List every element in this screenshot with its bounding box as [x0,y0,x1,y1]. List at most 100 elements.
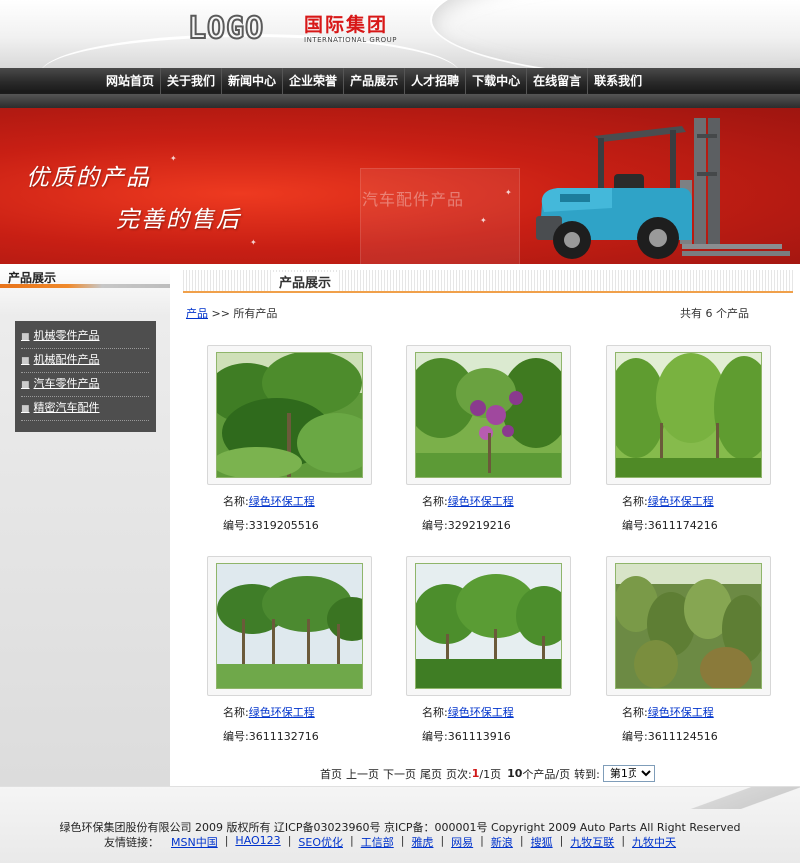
pager-first[interactable]: 首页 [320,766,342,782]
nav-subbar [0,94,800,108]
link-separator: | [400,834,405,847]
pager-next[interactable]: 下一页 [383,766,416,782]
product-image-frame [207,345,372,485]
logo-mark[interactable]: LOGO [187,11,298,47]
category-item-machine-accessories[interactable]: ■ 机械配件产品 [21,349,149,373]
product-code-label: 编号: [622,519,648,532]
breadcrumb: 产品 >> 所有产品 [186,305,277,321]
friend-link-jiumu-zhongtian[interactable]: 九牧中天 [632,834,676,850]
product-name: 名称:绿色环保工程 [422,493,571,509]
product-code: 编号:329219216 [422,517,571,533]
product-image[interactable] [415,563,562,689]
product-image[interactable] [615,352,762,478]
friend-link-yahoo[interactable]: 雅虎 [411,834,433,850]
product-name: 名称:绿色环保工程 [223,704,372,720]
product-name-link[interactable]: 绿色环保工程 [648,706,714,719]
breadcrumb-link-products[interactable]: 产品 [186,307,208,320]
product-code-label: 编号: [422,519,448,532]
product-name-link[interactable]: 绿色环保工程 [448,495,514,508]
logo-english-name: INTERNATIONAL GROUP [304,36,397,44]
sparkle-icon: ✦ [505,188,512,197]
product-code-value: 329219216 [447,519,511,532]
category-list: ■ 机械零件产品 ■ 机械配件产品 ■ 汽车零件产品 ■ 精密汽车配件 [15,321,156,432]
main-navigation: 网站首页 关于我们 新闻中心 企业荣誉 产品展示 人才招聘 下载中心 在线留言 … [0,68,800,108]
product-card: 名称:绿色环保工程 编号:3611124516 [606,556,771,744]
nav-item-home[interactable]: 网站首页 [100,68,160,94]
nav-item-contact[interactable]: 联系我们 [587,68,648,94]
nav-item-messages[interactable]: 在线留言 [526,68,587,94]
pager-per-page-count: 10 [507,767,523,780]
nav-item-products[interactable]: 产品展示 [343,68,404,94]
friend-link-sohu[interactable]: 搜狐 [531,834,553,850]
header-decoration [430,0,800,68]
site-footer: 绿色环保集团股份有限公司 2009 版权所有 辽ICP备03023960号 京I… [0,786,800,863]
nav-list: 网站首页 关于我们 新闻中心 企业荣誉 产品展示 人才招聘 下载中心 在线留言 … [100,68,648,94]
product-card: 名称:绿色环保工程 编号:3319205516 [207,345,372,533]
friend-link-163[interactable]: 网易 [451,834,473,850]
product-name-link[interactable]: 绿色环保工程 [249,706,315,719]
link-separator: | [224,834,229,847]
category-item-auto-parts[interactable]: ■ 汽车零件产品 [21,373,149,397]
friend-link-miit[interactable]: 工信部 [361,834,394,850]
main-section-title: 产品展示 [273,272,338,291]
nav-item-honors[interactable]: 企业荣誉 [282,68,343,94]
banner-glow-panel [360,168,520,264]
product-name-link[interactable]: 绿色环保工程 [249,495,315,508]
product-code-value: 361113916 [447,730,511,743]
banner-watermark-text: 汽车配件产品 [362,190,465,209]
product-code: 编号:3611124516 [622,728,771,744]
nav-item-about[interactable]: 关于我们 [160,68,221,94]
product-name-label: 名称: [622,706,648,719]
product-count: 共有 6 个产品 [680,307,749,320]
friend-link-hao123[interactable]: HAO123 [235,834,280,850]
product-image[interactable] [615,563,762,689]
product-image[interactable] [415,352,562,478]
product-name-link[interactable]: 绿色环保工程 [648,495,714,508]
product-code: 编号:3611132716 [223,728,372,744]
logo-chinese-name[interactable]: 国际集团 [304,10,388,37]
product-image[interactable] [216,563,363,689]
friend-link-sina[interactable]: 新浪 [491,834,513,850]
link-separator: | [287,834,292,847]
sparkle-icon: ✦ [480,216,487,225]
sparkle-icon: ✦ [250,238,257,247]
pager-page-label: 页次: [446,767,472,781]
pager-last[interactable]: 尾页 [420,766,442,782]
sidebar-title-underline [0,284,170,288]
site-header: LOGO 国际集团 INTERNATIONAL GROUP [0,0,800,68]
friend-link-seo[interactable]: SEO优化 [298,834,343,850]
pager-current-page: 1 [471,767,480,780]
bullet-icon: ■ [21,380,30,390]
product-name: 名称:绿色环保工程 [622,704,771,720]
link-separator: | [440,834,445,847]
product-name-label: 名称: [422,706,448,719]
product-card: 名称:绿色环保工程 编号:329219216 [406,345,571,533]
category-item-precision-auto-accessories[interactable]: ■ 精密汽车配件 [21,397,149,421]
product-name-link[interactable]: 绿色环保工程 [448,706,514,719]
product-name-label: 名称: [422,495,448,508]
product-name-label: 名称: [223,706,249,719]
pager-prev[interactable]: 上一页 [346,766,379,782]
bullet-icon: ■ [21,356,30,366]
page-select-dropdown[interactable]: 第1页 [602,765,655,782]
product-code: 编号:3319205516 [223,517,372,533]
product-card: 名称:绿色环保工程 编号:3611174216 [606,345,771,533]
friend-link-msn[interactable]: MSN中国 [171,834,218,850]
nav-item-downloads[interactable]: 下载中心 [465,68,526,94]
product-name: 名称:绿色环保工程 [622,493,771,509]
friend-link-jiumu-hulian[interactable]: 九牧互联 [570,834,614,850]
product-code-value: 3611132716 [248,730,319,743]
link-separator: | [559,834,564,847]
product-image-frame [406,345,571,485]
product-code-value: 3611124516 [647,730,718,743]
category-label: 精密汽车配件 [33,401,100,414]
banner-slogan-service: 完善的售后 [116,207,241,233]
product-card: 名称:绿色环保工程 编号:3611132716 [207,556,372,744]
banner-slogan-quality: 优质的产品 [26,165,151,191]
friend-links: 友情链接： MSN中国 | HAO123 | SEO优化 | 工信部 | 雅虎 | 网易 |… [104,834,676,850]
product-image[interactable] [216,352,363,478]
category-label: 汽车零件产品 [33,377,100,390]
nav-item-news[interactable]: 新闻中心 [221,68,282,94]
nav-item-jobs[interactable]: 人才招聘 [404,68,465,94]
category-item-machine-parts[interactable]: ■ 机械零件产品 [21,325,149,349]
